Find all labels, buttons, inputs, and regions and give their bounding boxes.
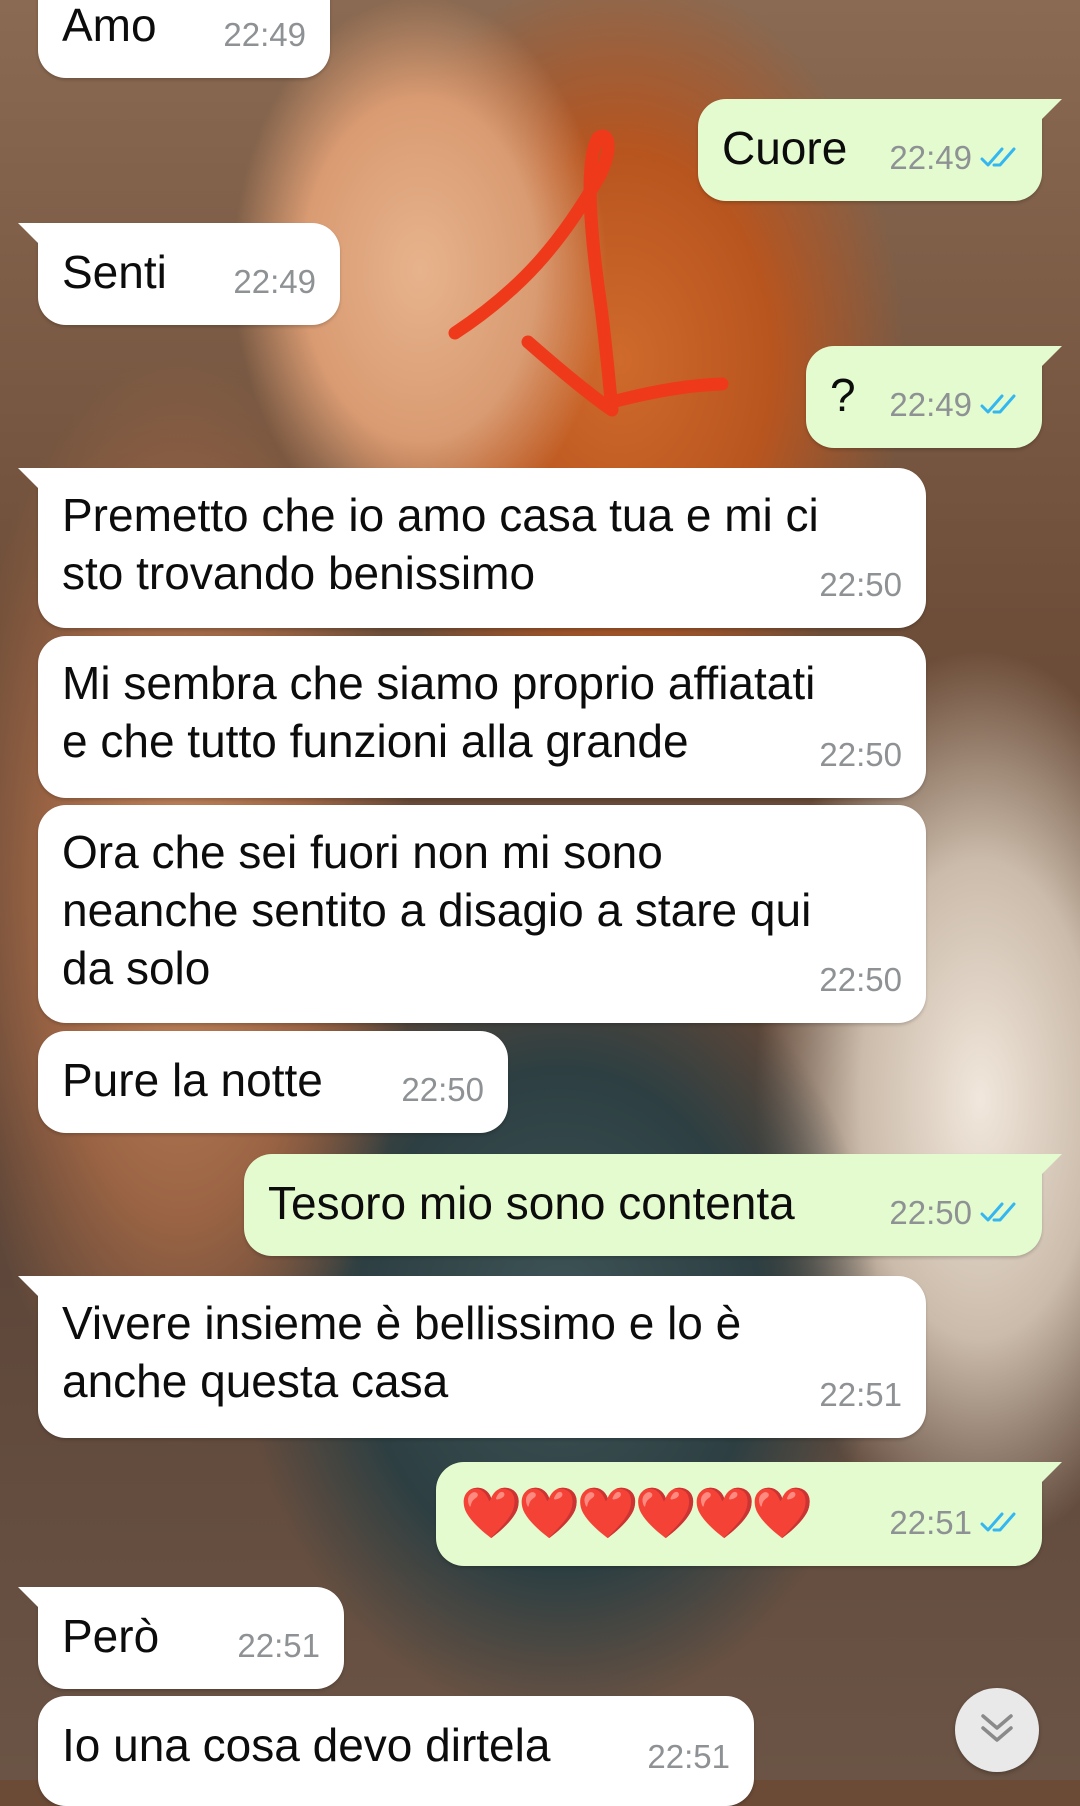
- message-bubble-outgoing[interactable]: ? 22:49: [806, 346, 1062, 448]
- message-text: Però: [62, 1610, 160, 1662]
- message-time: 22:50: [889, 1194, 972, 1231]
- message-text-line: anche questa casa: [62, 1355, 449, 1407]
- message-time: 22:51: [647, 1738, 730, 1775]
- message-text-line: Ora che sei fuori non mi sono: [62, 826, 663, 878]
- message-time: 22:51: [819, 1376, 902, 1413]
- message-text-line: da solo: [62, 942, 211, 994]
- message-bubble-incoming[interactable]: Senti 22:49: [18, 223, 340, 325]
- message-bubble-incoming[interactable]: Premetto che io amo casa tua e mi ci sto…: [18, 468, 926, 628]
- message-bubble-incoming[interactable]: Io una cosa devo dirtela 22:51: [38, 1696, 754, 1806]
- message-meta: 22:51: [889, 1494, 1018, 1552]
- message-time: 22:49: [889, 386, 972, 423]
- message-bubble-outgoing[interactable]: Tesoro mio sono contenta 22:50: [244, 1154, 1062, 1256]
- message-bubble-outgoing[interactable]: ❤️❤️❤️❤️❤️❤️ 22:51: [436, 1462, 1062, 1566]
- message-bubble-incoming[interactable]: Amo 22:49: [38, 0, 330, 78]
- message-bubble-outgoing[interactable]: Cuore 22:49: [698, 99, 1062, 201]
- message-text: Cuore: [722, 122, 848, 174]
- message-time: 22:49: [233, 263, 316, 300]
- double-check-icon: [980, 129, 1018, 187]
- message-time: 22:51: [889, 1504, 972, 1541]
- message-time: 22:49: [889, 139, 972, 176]
- message-bubble-incoming[interactable]: Pure la notte 22:50: [38, 1031, 508, 1133]
- scroll-to-bottom-button[interactable]: [955, 1688, 1039, 1772]
- message-time: 22:51: [237, 1627, 320, 1664]
- message-bubble-incoming[interactable]: Vivere insieme è bellissimo e lo è anche…: [18, 1276, 926, 1438]
- message-text: Pure la notte: [62, 1054, 323, 1106]
- message-time: 22:50: [819, 566, 902, 603]
- message-text-line: e che tutto funzioni alla grande: [62, 715, 689, 767]
- message-text: Tesoro mio sono contenta: [268, 1177, 795, 1229]
- double-check-icon: [980, 376, 1018, 434]
- message-text: Senti: [62, 246, 167, 298]
- double-check-icon: [980, 1494, 1018, 1552]
- message-time: 22:50: [819, 961, 902, 998]
- message-text-line: neanche sentito a disagio a stare qui: [62, 884, 812, 936]
- message-time: 22:50: [819, 736, 902, 773]
- message-meta: 22:49: [889, 129, 1018, 187]
- message-text: ?: [830, 369, 856, 421]
- message-text: Amo: [62, 0, 157, 51]
- double-chevron-down-icon: [977, 1710, 1017, 1751]
- message-time: 22:49: [223, 16, 306, 53]
- message-bubble-incoming[interactable]: Ora che sei fuori non mi sono neanche se…: [38, 805, 926, 1023]
- message-text-line: sto trovando benissimo: [62, 547, 536, 599]
- double-check-icon: [980, 1184, 1018, 1242]
- message-text: Io una cosa devo dirtela: [62, 1719, 551, 1771]
- message-text-line: Mi sembra che siamo proprio affiatati: [62, 657, 816, 709]
- heart-emoji-row: ❤️❤️❤️❤️❤️❤️: [460, 1485, 814, 1541]
- message-text-line: Premetto che io amo casa tua e mi ci: [62, 489, 819, 541]
- message-text-line: Vivere insieme è bellissimo e lo è: [62, 1297, 742, 1349]
- message-meta: 22:49: [889, 376, 1018, 434]
- message-bubble-incoming[interactable]: Mi sembra che siamo proprio affiatati e …: [38, 636, 926, 798]
- message-bubble-incoming[interactable]: Però 22:51: [18, 1587, 344, 1689]
- message-meta: 22:50: [889, 1184, 1018, 1242]
- message-time: 22:50: [401, 1071, 484, 1108]
